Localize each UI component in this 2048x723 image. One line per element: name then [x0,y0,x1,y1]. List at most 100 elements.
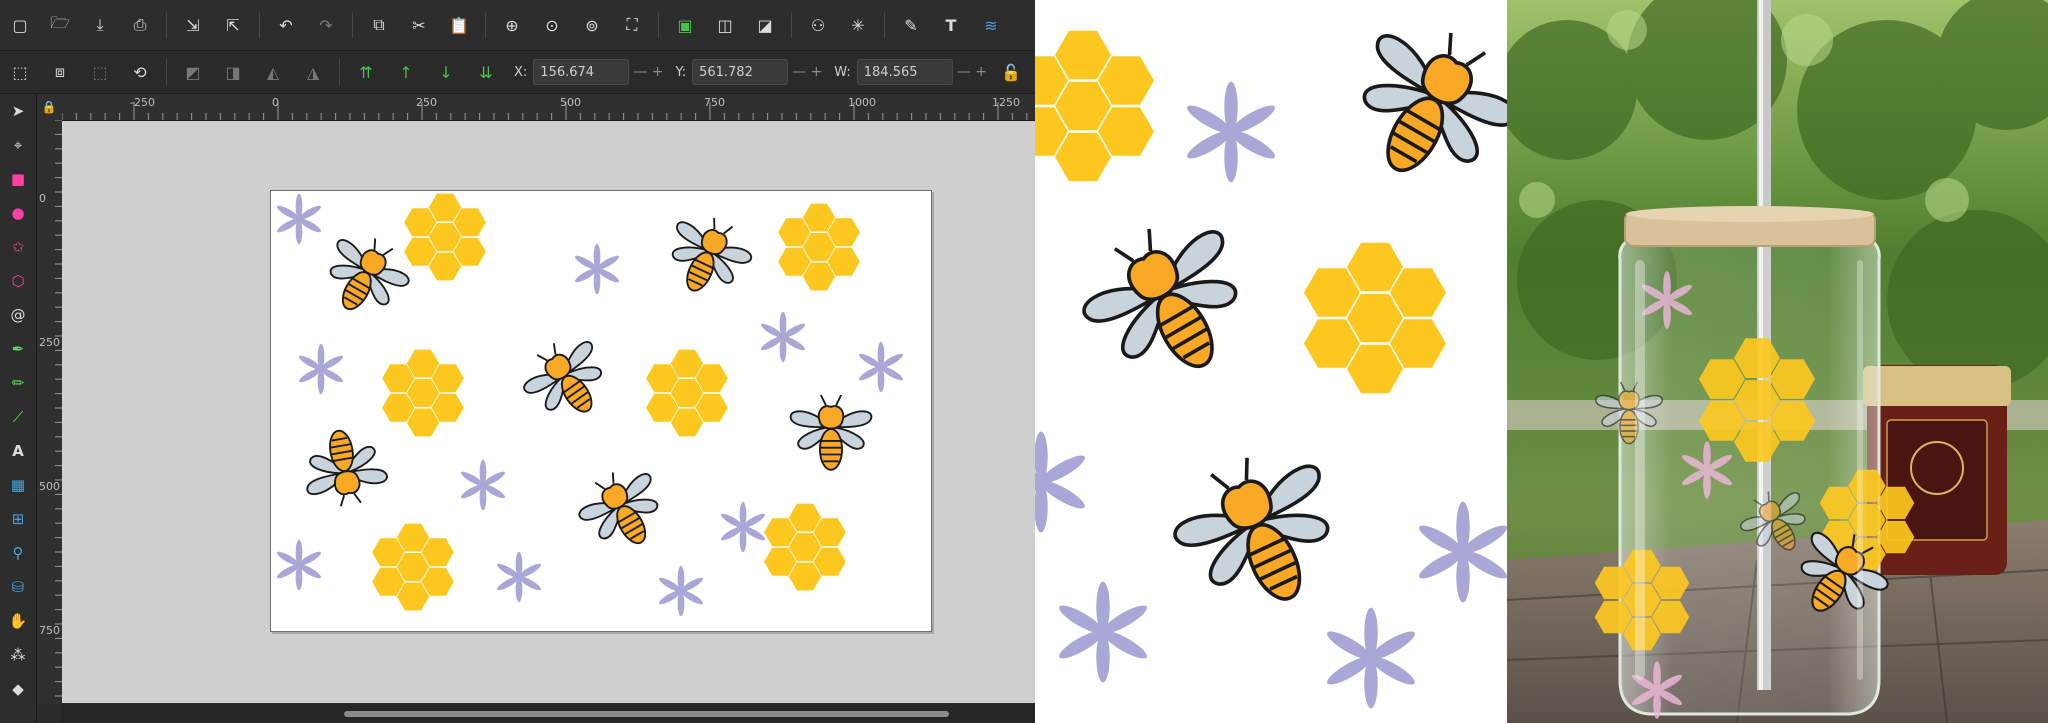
lower-icon[interactable]: ↓ [432,58,460,86]
ruler-label: -250 [130,96,155,109]
pattern-closeup [1035,0,1507,723]
flip-vertical-icon[interactable]: ◮ [299,58,327,86]
ruler-label: 750 [39,624,60,637]
ruler-label: 0 [39,192,46,205]
product-photo [1507,0,2048,723]
cut-icon[interactable]: ✂ [405,11,433,39]
ungroup-icon[interactable]: ◫ [711,11,739,39]
bee-pattern-artwork [275,193,905,617]
gradient-tool-icon[interactable]: ▦ [5,472,31,498]
more-icon[interactable]: ≋ [977,11,1005,39]
raise-icon[interactable]: ◪ [751,11,779,39]
separator [352,12,353,38]
x-input[interactable]: 156.674 [533,59,630,85]
lower-to-bottom-icon[interactable]: ⇊ [472,58,500,86]
tweak-tool-icon[interactable]: ✋ [5,608,31,634]
separator [339,59,340,85]
x-stepper-icon[interactable]: — + [633,64,663,80]
vertical-ruler-ticks: 0 250 500 750 [39,120,62,697]
separator [658,12,659,38]
vertical-ruler[interactable]: 0 250 500 750 [36,120,63,704]
calligraphy-tool-icon[interactable]: ⟋ [5,404,31,430]
ruler-label: 750 [704,96,725,109]
ruler-label: 1000 [848,96,876,109]
new-document-icon[interactable]: ▢ [6,11,34,39]
toolbox: ➤ ⌖ ■ ● ✩ ⬡ @ ✒ ✏ ⟋ A ▦ ⊞ ⚲ ⛁ ✋ ⁂ ◆ [0,94,37,723]
save-icon[interactable]: ⤓ [86,11,114,39]
y-coordinate-group: Y: 561.782 — + [675,59,826,85]
separator [166,59,167,85]
w-label: W: [834,64,851,80]
separator [884,12,885,38]
commands-toolbar: ▢ 🗁 ⤓ ⎙ ⇲ ⇱ ↶ ↷ ⧉ ✂ 📋 ⊕ ⊙ ⊚ ⛶ ▣ ◫ ◪ ⚇ ✳ … [0,0,1035,51]
mesh-tool-icon[interactable]: ⊞ [5,506,31,532]
separator [791,12,792,38]
canvas-area[interactable] [62,121,1035,703]
ellipse-tool-icon[interactable]: ● [5,200,31,226]
paste-icon[interactable]: 📋 [445,11,473,39]
text-tool-icon[interactable]: T [937,11,965,39]
w-input[interactable]: 184.565 [856,59,953,85]
duplicate-icon[interactable]: ⧉ [365,11,393,39]
pencil-tool-icon[interactable]: ✏ [5,370,31,396]
fill-stroke-icon[interactable]: ✎ [897,11,925,39]
rotate-icon[interactable]: ⟲ [126,58,154,86]
rotate-ccw-icon[interactable]: ◩ [179,58,207,86]
raise-icon[interactable]: ↑ [392,58,420,86]
ruler-label: 250 [39,336,60,349]
paint-bucket-tool-icon[interactable]: ⛁ [5,574,31,600]
separator [166,12,167,38]
dropper-tool-icon[interactable]: ⚲ [5,540,31,566]
ruler-label: 250 [416,96,437,109]
pen-tool-icon[interactable]: ✒ [5,336,31,362]
width-group: W: 184.565 — + [834,59,991,85]
spray-tool-icon[interactable]: ⁂ [5,642,31,668]
zoom-fit-icon[interactable]: ⛶ [618,11,646,39]
transform-icon[interactable]: ✳ [844,11,872,39]
ruler-label: 500 [39,480,60,493]
select-all-layers-icon[interactable]: ⧈ [46,58,74,86]
text-tool-icon[interactable]: A [5,438,31,464]
selector-tool-icon[interactable]: ➤ [5,98,31,124]
flip-horizontal-icon[interactable]: ◭ [259,58,287,86]
import-icon[interactable]: ⇲ [179,11,207,39]
redo-icon[interactable]: ↷ [312,11,340,39]
inkscape-window: ▢ 🗁 ⤓ ⎙ ⇲ ⇱ ↶ ↷ ⧉ ✂ 📋 ⊕ ⊙ ⊚ ⛶ ▣ ◫ ◪ ⚇ ✳ … [0,0,1035,723]
glass-can-photo-illustration [1507,0,2048,723]
lock-guides-icon[interactable]: 🔒 [36,94,62,120]
zoom-page-icon[interactable]: ⊚ [578,11,606,39]
separator [259,12,260,38]
eraser-tool-icon[interactable]: ◆ [5,676,31,702]
scrollbar-thumb[interactable] [344,711,949,717]
horizontal-ruler-ticks: -250 0 250 500 750 1000 1250 [62,96,1028,120]
ruler-label: 1250 [992,96,1020,109]
y-label: Y: [675,64,687,80]
open-folder-icon[interactable]: 🗁 [46,11,74,39]
x-label: X: [514,64,528,80]
export-icon[interactable]: ⇱ [219,11,247,39]
y-stepper-icon[interactable]: — + [792,64,822,80]
lock-ratio-icon[interactable]: 🔓 [997,58,1025,86]
node-editor-icon[interactable]: ⚇ [804,11,832,39]
rectangle-tool-icon[interactable]: ■ [5,166,31,192]
deselect-icon[interactable]: ⬚ [86,58,114,86]
pattern-closeup-artwork [1035,1,1507,709]
zoom-drawing-icon[interactable]: ⊙ [538,11,566,39]
select-all-icon[interactable]: ⬚ [6,58,34,86]
star-tool-icon[interactable]: ✩ [5,234,31,260]
rotate-cw-icon[interactable]: ◨ [219,58,247,86]
w-stepper-icon[interactable]: — + [957,64,987,80]
group-icon[interactable]: ▣ [671,11,699,39]
horizontal-ruler[interactable]: -250 0 250 500 750 1000 1250 [62,94,1035,121]
undo-icon[interactable]: ↶ [272,11,300,39]
y-input[interactable]: 561.782 [692,59,789,85]
raise-to-top-icon[interactable]: ⇈ [352,58,380,86]
zoom-selection-icon[interactable]: ⊕ [498,11,526,39]
3d-box-tool-icon[interactable]: ⬡ [5,268,31,294]
document-page[interactable] [270,190,932,632]
x-coordinate-group: X: 156.674 — + [514,59,667,85]
spiral-tool-icon[interactable]: @ [5,302,31,328]
horizontal-scrollbar[interactable] [62,704,1035,723]
print-icon[interactable]: ⎙ [126,11,154,39]
node-tool-icon[interactable]: ⌖ [5,132,31,158]
